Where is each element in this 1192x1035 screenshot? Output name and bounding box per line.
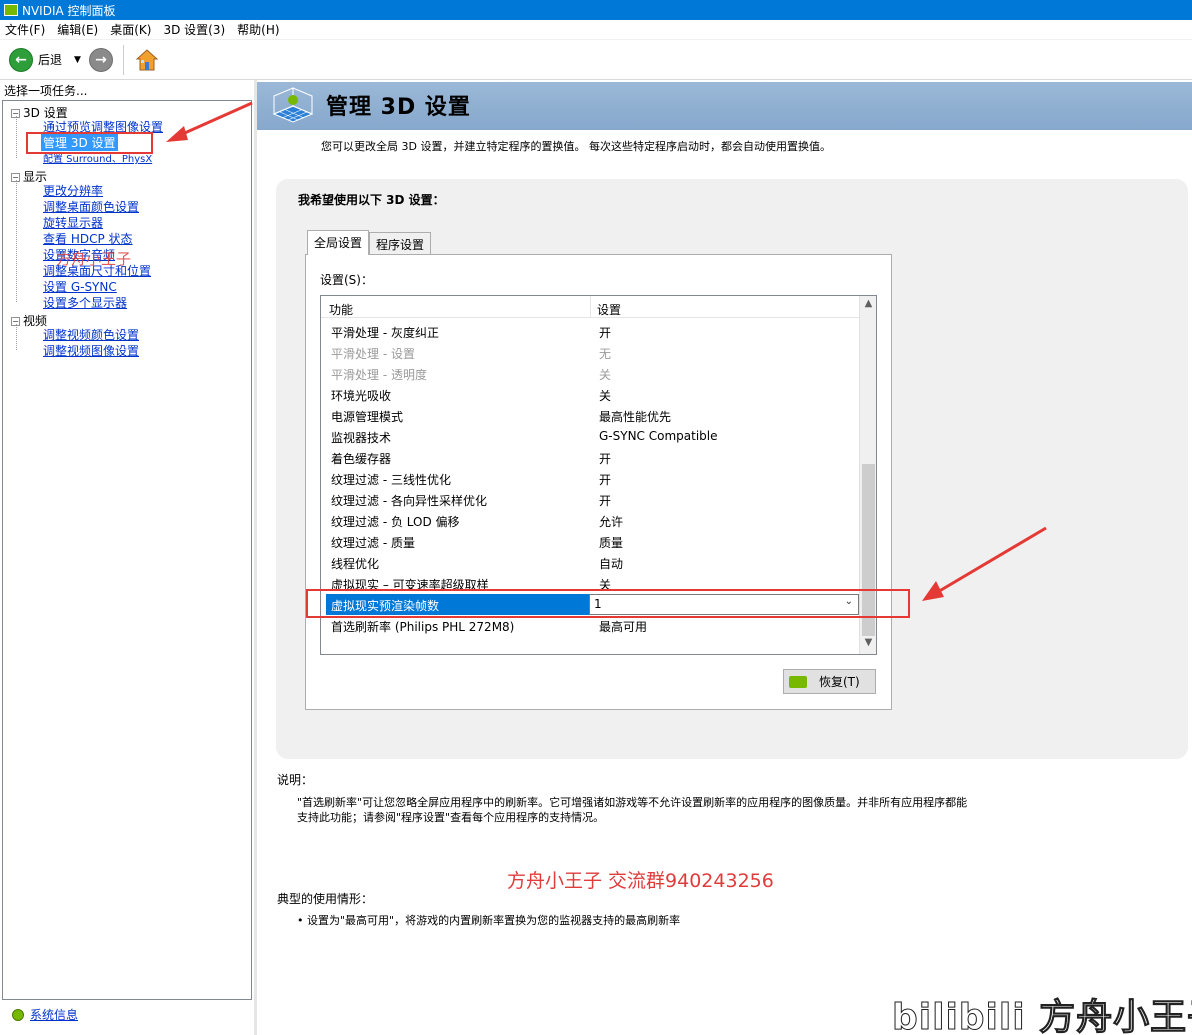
system-info-link[interactable]: 系统信息: [12, 1006, 78, 1023]
tree-line: [16, 116, 17, 158]
watermark-left: 方舟小王子: [56, 250, 132, 268]
table-row[interactable]: 平滑处理 - 设置 无: [321, 342, 859, 363]
page-header-banner: 管理 3D 设置: [257, 82, 1192, 130]
task-panel-header: 选择一项任务...: [4, 84, 88, 98]
usage-item: • 设置为"最高可用"，将游戏的内置刷新率置换为您的监视器支持的最高刷新率: [297, 914, 681, 927]
tab-program-settings[interactable]: 程序设置: [369, 232, 432, 254]
scroll-up-icon[interactable]: ▲: [860, 298, 876, 313]
table-row[interactable]: 纹理过滤 - 各向异性采样优化 开: [321, 489, 859, 510]
panel-splitter[interactable]: [254, 80, 257, 1035]
tree-item-rotate-display[interactable]: 旋转显示器: [43, 214, 103, 231]
nvidia-app-icon: [4, 4, 18, 16]
tree-item-gsync[interactable]: 设置 G-SYNC: [43, 278, 117, 295]
back-dropdown-icon[interactable]: ▼: [74, 55, 81, 65]
restore-button[interactable]: 恢复(T): [783, 669, 876, 694]
annotation-arrow-right: [922, 526, 1047, 601]
back-arrow-icon[interactable]: ←: [9, 47, 33, 72]
collapse-icon[interactable]: −: [11, 109, 20, 118]
tree-item-video-color[interactable]: 调整视频颜色设置: [43, 326, 139, 343]
table-row[interactable]: 线程优化 自动: [321, 552, 859, 573]
tree-item-change-resolution[interactable]: 更改分辨率: [43, 182, 103, 199]
menu-help[interactable]: 帮助(H): [232, 21, 286, 38]
table-row[interactable]: 纹理过滤 - 质量 质量: [321, 531, 859, 552]
scroll-down-icon[interactable]: ▼: [860, 637, 876, 652]
toolbar-separator: [122, 44, 124, 75]
table-row[interactable]: 首选刷新率 (Philips PHL 272M8) 最高可用: [321, 615, 859, 636]
window-title: NVIDIA 控制面板: [22, 3, 116, 18]
collapse-icon[interactable]: −: [11, 173, 20, 182]
column-divider[interactable]: [590, 296, 591, 318]
tree-line: [16, 180, 17, 302]
settings-group-title: 我希望使用以下 3D 设置：: [298, 193, 445, 207]
menu-bar: 文件(F) 编辑(E) 桌面(K) 3D 设置(3) 帮助(H): [0, 20, 1192, 40]
table-row[interactable]: 环境光吸收 关: [321, 384, 859, 405]
menu-desktop[interactable]: 桌面(K): [105, 21, 158, 38]
annotation-box-menu: [26, 132, 153, 154]
tree-group-video[interactable]: − 视频: [11, 312, 47, 329]
column-header-setting[interactable]: 设置: [597, 301, 621, 318]
collapse-icon[interactable]: −: [11, 317, 20, 326]
toolbar: ← 后退 ▼ →: [0, 40, 1192, 80]
tree-item-desktop-color[interactable]: 调整桌面颜色设置: [43, 198, 139, 215]
description-heading: 说明：: [277, 773, 314, 787]
tree-group-display[interactable]: − 显示: [11, 168, 47, 185]
table-row[interactable]: 着色缓存器 开: [321, 447, 859, 468]
menu-edit[interactable]: 编辑(E): [52, 21, 105, 38]
annotation-arrow-left: [166, 101, 253, 142]
list-header: 功能 设置: [321, 296, 859, 318]
table-row[interactable]: 平滑处理 - 灰度纠正 开: [321, 321, 859, 342]
table-row[interactable]: 纹理过滤 - 三线性优化 开: [321, 468, 859, 489]
table-row[interactable]: 纹理过滤 - 负 LOD 偏移 允许: [321, 510, 859, 531]
menu-3d-settings[interactable]: 3D 设置(3): [158, 21, 232, 38]
page-title: 管理 3D 设置: [326, 95, 471, 120]
tree-item-hdcp-status[interactable]: 查看 HDCP 状态: [43, 230, 133, 247]
column-header-feature[interactable]: 功能: [329, 301, 353, 318]
menu-file[interactable]: 文件(F): [0, 21, 52, 38]
info-icon: [12, 1008, 24, 1021]
table-row[interactable]: 平滑处理 - 透明度 关: [321, 363, 859, 384]
tree-item-video-image[interactable]: 调整视频图像设置: [43, 342, 139, 359]
back-button-label[interactable]: 后退: [38, 51, 62, 68]
watermark-center: 方舟小王子 交流群940243256: [507, 870, 774, 892]
description-text: "首选刷新率"可让您忽略全屏应用程序中的刷新率。它可增强诸如游戏等不允许设置刷新…: [297, 796, 968, 824]
nvidia-icon: [789, 675, 807, 688]
settings-label: 设置(S)：: [320, 273, 373, 287]
tab-global-settings[interactable]: 全局设置: [307, 230, 370, 255]
table-row[interactable]: 电源管理模式 最高性能优先: [321, 405, 859, 426]
3d-settings-icon: [268, 84, 318, 128]
table-row[interactable]: 监视器技术 G-SYNC Compatible: [321, 426, 859, 447]
tree-item-multi-display[interactable]: 设置多个显示器: [43, 294, 127, 311]
annotation-box-row: [306, 589, 910, 618]
forward-arrow-icon[interactable]: →: [88, 47, 113, 72]
home-icon[interactable]: [134, 47, 160, 73]
usage-heading: 典型的使用情形：: [277, 892, 374, 906]
page-subtitle: 您可以更改全局 3D 设置，并建立特定程序的置换值。 每次这些特定程序启动时，都…: [321, 140, 831, 153]
bilibili-watermark: bilibili 方舟小王子: [891, 997, 1192, 1035]
title-bar: NVIDIA 控制面板: [0, 0, 1192, 20]
